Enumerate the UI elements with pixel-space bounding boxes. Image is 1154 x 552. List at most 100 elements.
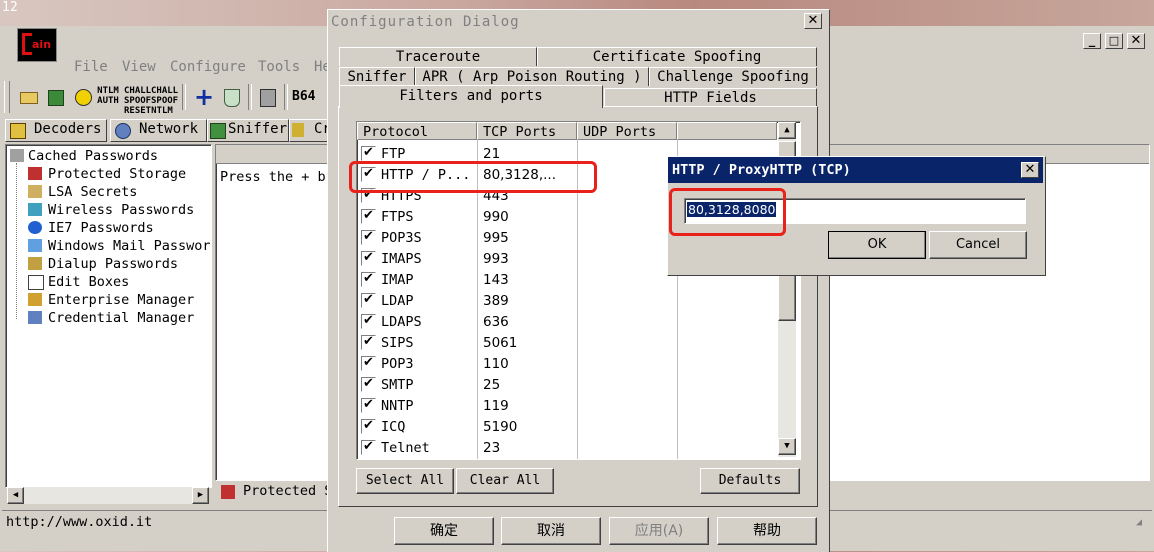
cell-tcp-ports: 23 bbox=[483, 440, 501, 456]
popup-ok-button[interactable]: OK bbox=[828, 231, 926, 259]
scroll-down-icon[interactable]: ▼ bbox=[778, 438, 796, 455]
toolbar-separator bbox=[182, 84, 186, 110]
cell-tcp-ports: 143 bbox=[483, 272, 509, 288]
scroll-right-icon[interactable]: ▶ bbox=[192, 487, 209, 504]
cell-tcp-ports: 110 bbox=[483, 356, 509, 372]
row-checkbox[interactable]: ✔ bbox=[361, 293, 376, 308]
tab-sniffer-config[interactable]: Sniffer bbox=[339, 67, 415, 86]
tree-root[interactable]: Cached Passwords bbox=[28, 148, 158, 164]
bottom-tab-protected-storage[interactable]: Protected S bbox=[215, 481, 335, 503]
tree-item-label: Edit Boxes bbox=[48, 274, 130, 290]
row-checkbox[interactable]: ✔ bbox=[361, 356, 376, 371]
cell-tcp-ports: 21 bbox=[483, 146, 501, 162]
ntlm-auth-icon[interactable]: NTLM AUTH bbox=[97, 86, 119, 108]
maximize-icon[interactable]: □ bbox=[1105, 33, 1123, 49]
help-button[interactable]: 帮助 bbox=[717, 517, 817, 545]
dialog-close-icon[interactable]: ✕ bbox=[804, 13, 822, 29]
table-row[interactable]: ✔ ICQ 5190 bbox=[357, 417, 777, 438]
row-checkbox[interactable]: ✔ bbox=[361, 314, 376, 329]
add-icon[interactable]: + bbox=[193, 85, 215, 109]
popup-close-icon[interactable]: ✕ bbox=[1021, 162, 1039, 178]
menu-file[interactable]: File bbox=[74, 59, 108, 75]
close-icon[interactable]: ✕ bbox=[1127, 33, 1145, 49]
row-checkbox[interactable]: ✔ bbox=[361, 230, 376, 245]
cell-protocol: SIPS bbox=[381, 335, 414, 351]
toolbar-separator bbox=[284, 84, 288, 110]
scroll-left-icon[interactable]: ◀ bbox=[7, 487, 24, 504]
menu-configure[interactable]: Configure bbox=[170, 59, 246, 75]
table-row[interactable]: ✔ SIPS 5061 bbox=[357, 333, 777, 354]
row-checkbox[interactable]: ✔ bbox=[361, 146, 376, 161]
tree-item-credential-manager[interactable]: Credential Manager bbox=[28, 310, 194, 326]
ok-button[interactable]: 确定 bbox=[394, 517, 494, 545]
column-blank bbox=[677, 122, 777, 140]
enterprise-manager-icon bbox=[28, 293, 42, 306]
table-row[interactable]: ✔ LDAP 389 bbox=[357, 291, 777, 312]
row-checkbox[interactable]: ✔ bbox=[361, 251, 376, 266]
row-checkbox[interactable]: ✔ bbox=[361, 335, 376, 350]
table-row[interactable]: ✔ POP3 110 bbox=[357, 354, 777, 375]
table-row[interactable]: ✔ SMTP 25 bbox=[357, 375, 777, 396]
tab-network[interactable]: Network bbox=[110, 119, 207, 142]
tree-item-wireless-passwords[interactable]: Wireless Passwords bbox=[28, 202, 194, 218]
tab-http-fields[interactable]: HTTP Fields bbox=[604, 88, 817, 107]
tree-item-ie7-passwords[interactable]: IE7 Passwords bbox=[28, 220, 154, 236]
tree-item-enterprise-manager[interactable]: Enterprise Manager bbox=[28, 292, 194, 308]
open-icon[interactable] bbox=[18, 86, 40, 108]
cell-tcp-ports: 993 bbox=[483, 251, 509, 267]
resize-grip-icon[interactable]: ◢ bbox=[1136, 517, 1142, 528]
credential-manager-icon bbox=[28, 311, 42, 324]
certificate-icon[interactable] bbox=[221, 86, 243, 108]
tab-certificate-spoofing[interactable]: Certificate Spoofing bbox=[537, 47, 817, 66]
menu-tools[interactable]: Tools bbox=[258, 59, 300, 75]
tree-item-windows-mail-passwords[interactable]: Windows Mail Passwor bbox=[28, 238, 211, 254]
column-tcp-ports[interactable]: TCP Ports bbox=[477, 122, 577, 140]
table-row[interactable]: ✔ Telnet 23 bbox=[357, 438, 777, 459]
row-checkbox[interactable]: ✔ bbox=[361, 209, 376, 224]
cell-tcp-ports: 119 bbox=[483, 398, 509, 414]
tab-traceroute[interactable]: Traceroute bbox=[339, 47, 537, 66]
select-all-button[interactable]: Select All bbox=[356, 468, 454, 494]
tree-hscrollbar[interactable]: ◀ ▶ bbox=[7, 487, 209, 504]
row-checkbox[interactable]: ✔ bbox=[361, 440, 376, 455]
network-card-icon[interactable] bbox=[45, 86, 67, 108]
scroll-up-icon[interactable]: ▲ bbox=[778, 122, 796, 139]
cell-protocol: FTP bbox=[381, 146, 406, 162]
tab-cracker[interactable]: Cr bbox=[289, 119, 331, 142]
cancel-button[interactable]: 取消 bbox=[501, 517, 601, 545]
table-row[interactable]: ✔ LDAPS 636 bbox=[357, 312, 777, 333]
column-udp-ports[interactable]: UDP Ports bbox=[577, 122, 677, 140]
tree-item-dialup-passwords[interactable]: Dialup Passwords bbox=[28, 256, 179, 272]
tab-sniffer[interactable]: Sniffer bbox=[207, 119, 289, 142]
row-checkbox[interactable]: ✔ bbox=[361, 377, 376, 392]
table-row[interactable]: ✔ NNTP 119 bbox=[357, 396, 777, 417]
minimize-icon[interactable]: _ bbox=[1083, 33, 1101, 49]
tab-decoders[interactable]: Decoders bbox=[5, 119, 107, 142]
defaults-button[interactable]: Defaults bbox=[700, 468, 800, 494]
row-checkbox[interactable]: ✔ bbox=[361, 272, 376, 287]
tree-item-protected-storage[interactable]: Protected Storage bbox=[28, 166, 186, 182]
radiation-icon[interactable] bbox=[72, 86, 94, 108]
apply-button[interactable]: 应用(A) bbox=[609, 517, 709, 545]
tab-filters-and-ports[interactable]: Filters and ports bbox=[339, 85, 603, 108]
tree-item-lsa-secrets[interactable]: LSA Secrets bbox=[28, 184, 137, 200]
column-protocol[interactable]: Protocol bbox=[357, 122, 477, 140]
toolbar-separator bbox=[248, 84, 252, 110]
clear-all-button[interactable]: Clear All bbox=[456, 468, 554, 494]
toolbar-grip bbox=[4, 81, 10, 113]
chall-spoof-reset-icon[interactable]: CHALL SPOOF RESET bbox=[124, 86, 151, 116]
row-checkbox[interactable]: ✔ bbox=[361, 419, 376, 434]
row-checkbox[interactable]: ✔ bbox=[361, 398, 376, 413]
base64-icon[interactable]: B64 bbox=[292, 86, 315, 108]
tab-apr[interactable]: APR ( Arp Poison Routing ) bbox=[415, 67, 649, 86]
protected-storage-icon bbox=[221, 485, 235, 499]
tree-item-label: Dialup Passwords bbox=[48, 256, 179, 272]
highlight-ports-input bbox=[669, 188, 786, 236]
cell-tcp-ports: 25 bbox=[483, 377, 501, 393]
popup-cancel-button[interactable]: Cancel bbox=[929, 231, 1027, 259]
tree-item-edit-boxes[interactable]: Edit Boxes bbox=[28, 274, 130, 290]
menu-view[interactable]: View bbox=[122, 59, 156, 75]
chall-spoof-ntlm-icon[interactable]: CHALL SPOOF NTLM bbox=[151, 86, 178, 116]
tab-challenge-spoofing[interactable]: Challenge Spoofing bbox=[649, 67, 817, 86]
calculator-icon[interactable] bbox=[257, 86, 279, 108]
